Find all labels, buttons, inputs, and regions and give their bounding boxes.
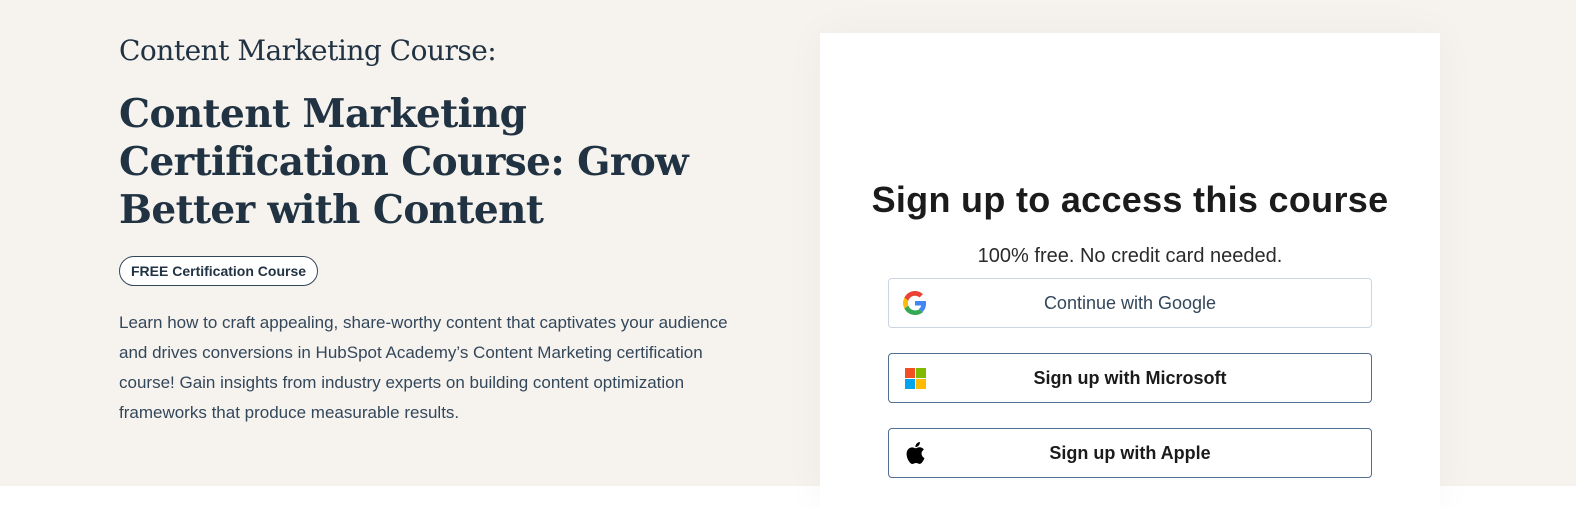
free-certification-badge: FREE Certification Course: [119, 256, 319, 286]
course-intro: Content Marketing Course: Content Market…: [119, 34, 744, 428]
signup-card: Sign up to access this course 100% free.…: [820, 33, 1440, 508]
course-description: Learn how to craft appealing, share-wort…: [119, 313, 728, 422]
sign-up-with-microsoft-button[interactable]: Sign up with Microsoft: [888, 353, 1372, 403]
continue-with-google-button[interactable]: Continue with Google: [888, 278, 1372, 328]
apple-icon: [903, 441, 927, 465]
google-button-label: Continue with Google: [1043, 292, 1217, 313]
course-eyebrow: Content Marketing Course:: [119, 34, 497, 67]
apple-button-label: Sign up with Apple: [1049, 442, 1211, 463]
signup-subtitle: 100% free. No credit card needed.: [977, 245, 1283, 267]
course-title: Content Marketing Certification Course: …: [119, 91, 689, 233]
google-icon: [903, 291, 927, 315]
microsoft-icon: [903, 366, 927, 390]
sign-up-with-apple-button[interactable]: Sign up with Apple: [888, 428, 1372, 478]
microsoft-button-label: Sign up with Microsoft: [1033, 367, 1227, 388]
signup-title: Sign up to access this course: [871, 179, 1389, 220]
